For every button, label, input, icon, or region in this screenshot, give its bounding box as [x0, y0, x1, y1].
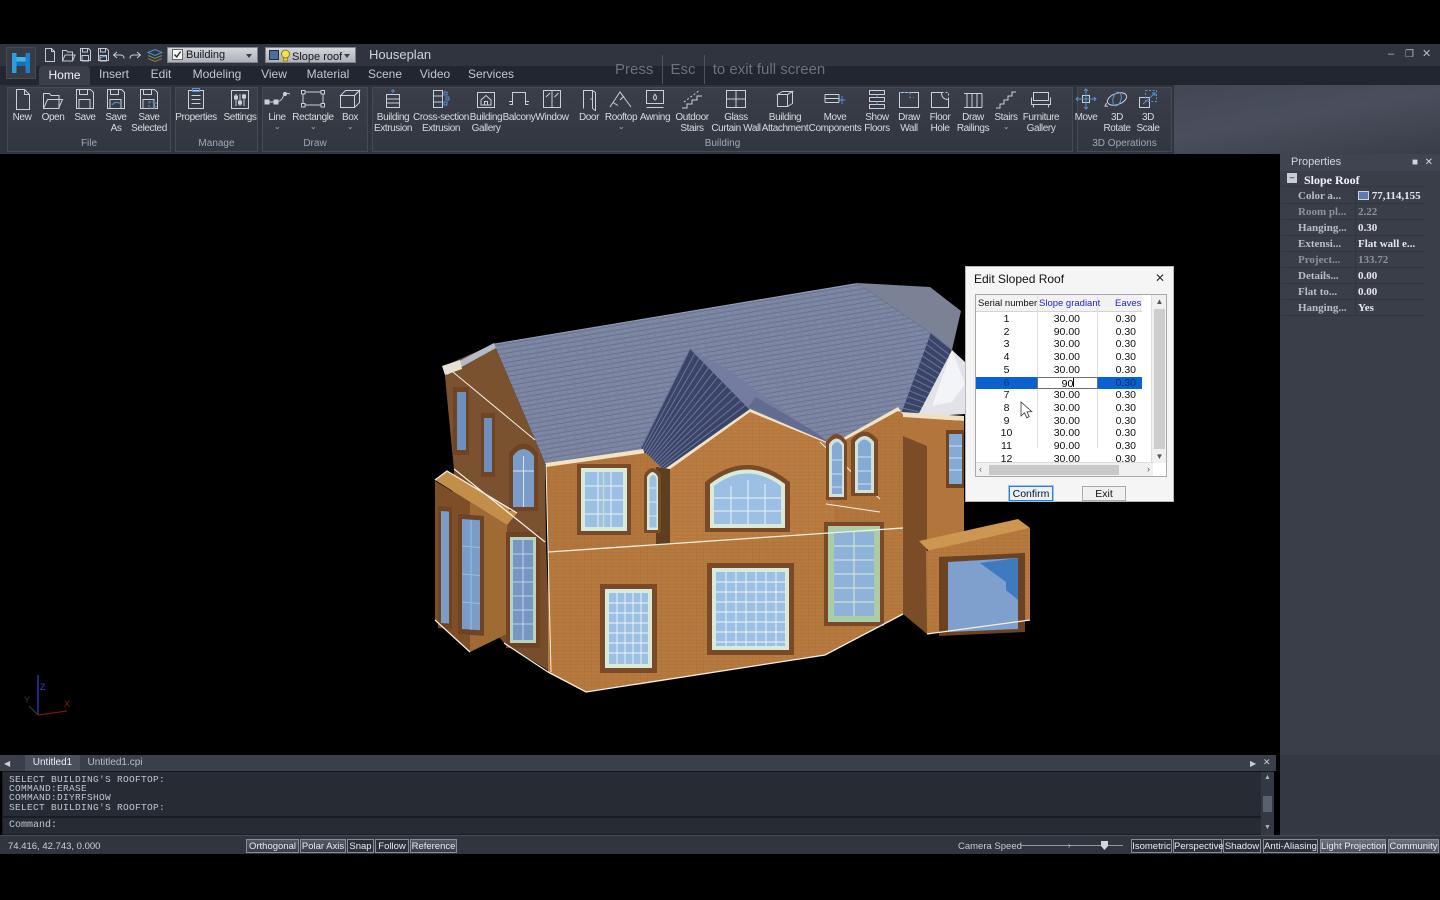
- svg-text:Y: Y: [24, 695, 30, 705]
- svg-text:Z: Z: [40, 682, 46, 692]
- svg-text:X: X: [64, 699, 70, 709]
